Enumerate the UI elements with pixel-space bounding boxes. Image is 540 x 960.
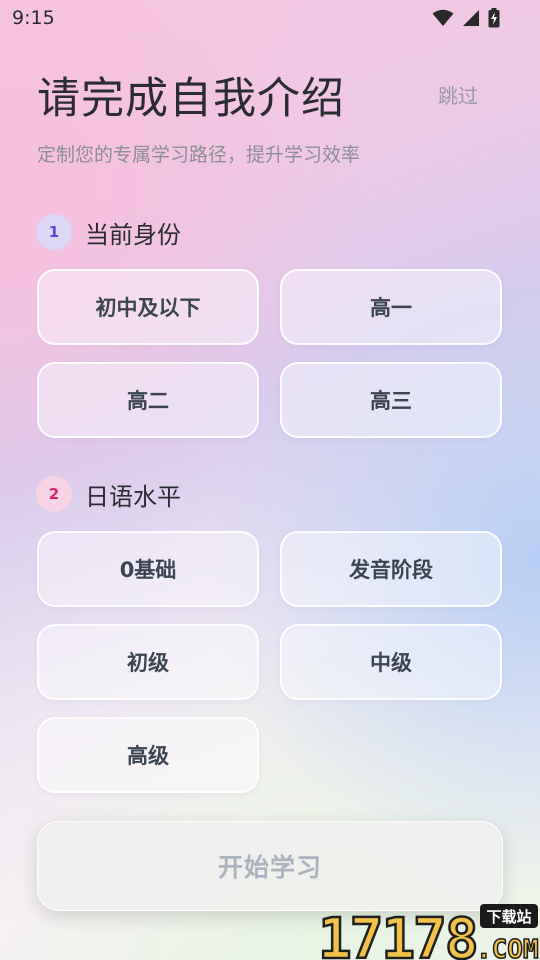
status-time: 9:15	[12, 7, 55, 29]
skip-button[interactable]: 跳过	[438, 80, 478, 109]
page-subtitle: 定制您的专属学习路径，提升学习效率	[37, 144, 361, 166]
option-grade-11[interactable]: 高二	[37, 362, 259, 438]
option-beginner-zero[interactable]: 0基础	[37, 531, 259, 607]
section-japanese-level-header: 2 日语水平	[36, 476, 181, 512]
svg-text:17178: 17178	[318, 907, 477, 960]
option-advanced[interactable]: 高级	[37, 717, 259, 793]
option-pronunciation-stage[interactable]: 发音阶段	[280, 531, 502, 607]
section-number-badge: 2	[36, 476, 72, 512]
page-title: 请完成自我介绍	[37, 74, 345, 124]
section-label: 当前身份	[85, 220, 181, 249]
cellular-signal-icon	[463, 10, 479, 26]
option-grade-10[interactable]: 高一	[280, 269, 502, 345]
wifi-icon	[432, 9, 454, 26]
status-bar: 9:15	[0, 0, 540, 36]
svg-text:.COM: .COM	[476, 935, 539, 960]
battery-charging-icon	[488, 8, 500, 28]
section-number-badge: 1	[36, 214, 72, 250]
section-label: 日语水平	[85, 482, 181, 511]
option-grade-12[interactable]: 高三	[280, 362, 502, 438]
option-intermediate[interactable]: 中级	[280, 624, 502, 700]
section-identity-header: 1 当前身份	[36, 214, 181, 250]
svg-text:下载站: 下载站	[486, 908, 531, 926]
site-watermark-logo: 下载站 17178 .COM	[317, 904, 539, 960]
option-junior-high-or-below[interactable]: 初中及以下	[37, 269, 259, 345]
status-icons	[432, 8, 500, 28]
option-elementary[interactable]: 初级	[37, 624, 259, 700]
